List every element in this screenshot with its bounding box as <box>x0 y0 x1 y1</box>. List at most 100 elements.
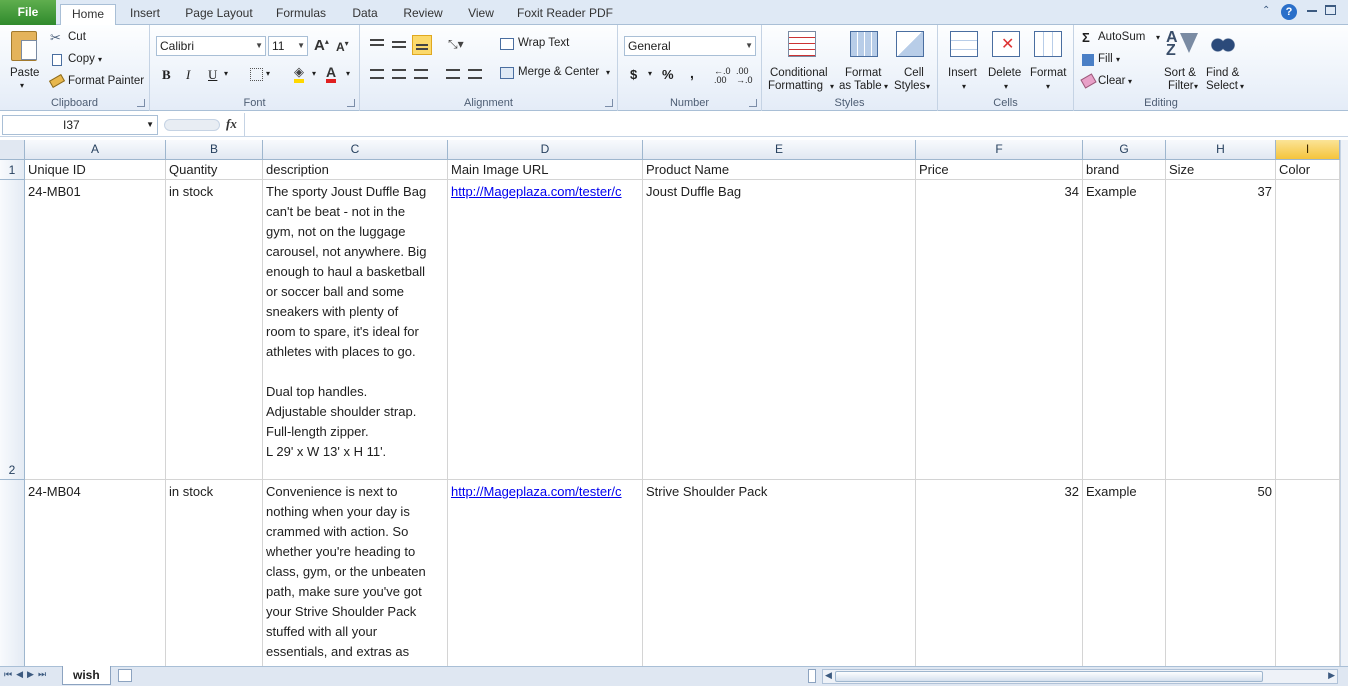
horizontal-scroll-thumb[interactable] <box>835 671 1263 682</box>
increase-decimal-icon[interactable]: ←.0.00 <box>714 67 731 85</box>
font-name-select[interactable]: Calibri ▼ <box>156 36 266 56</box>
minimize-ribbon-icon[interactable]: ⌃ <box>1262 5 1270 16</box>
insert-function-button[interactable]: fx <box>226 116 237 132</box>
cell-f3[interactable]: 32 <box>916 480 1083 666</box>
column-header-b[interactable]: B <box>166 140 263 160</box>
delete-cells-button[interactable]: ✕ Delete ▾ <box>986 29 1026 95</box>
borders-icon[interactable] <box>250 68 263 81</box>
font-color-button[interactable]: A <box>326 65 337 83</box>
sheet-nav-arrows-icon[interactable]: ⏮◀▶⏭ <box>4 669 50 680</box>
copy-button[interactable]: Copy ▾ <box>50 52 120 70</box>
fill-color-icon[interactable]: ◈ <box>294 65 304 83</box>
cell-h3[interactable]: 50 <box>1166 480 1276 666</box>
find-select-button[interactable]: Find & Select ▾ <box>1204 29 1246 95</box>
cell-g2[interactable]: Example <box>1083 180 1166 480</box>
align-center-icon[interactable] <box>392 69 406 79</box>
conditional-formatting-button[interactable]: Conditional Formatting ▾ <box>768 29 836 95</box>
cell-i1[interactable]: Color <box>1276 160 1340 180</box>
align-right-icon[interactable] <box>414 69 428 79</box>
clipboard-dialog-launcher-icon[interactable] <box>137 99 145 107</box>
sort-filter-button[interactable]: AZ Sort & Filter ▾ <box>1162 29 1202 95</box>
underline-button[interactable]: U <box>208 67 217 83</box>
align-left-icon[interactable] <box>370 69 384 79</box>
comma-style-button[interactable]: , <box>690 65 694 81</box>
cell-b1[interactable]: Quantity <box>166 160 263 180</box>
paste-button[interactable]: Paste ▾ <box>6 29 42 91</box>
bold-button[interactable]: B <box>162 67 171 83</box>
align-middle-icon[interactable] <box>392 41 406 48</box>
cell-f2[interactable]: 34 <box>916 180 1083 480</box>
cell-e1[interactable]: Product Name <box>643 160 916 180</box>
alignment-dialog-launcher-icon[interactable] <box>605 99 613 107</box>
cell-h2[interactable]: 37 <box>1166 180 1276 480</box>
tab-insert[interactable]: Insert <box>122 4 168 25</box>
cell-g3[interactable]: Example <box>1083 480 1166 666</box>
format-as-table-button[interactable]: Format as Table ▾ <box>839 29 890 95</box>
cell-styles-button[interactable]: Cell Styles ▾ <box>892 29 934 95</box>
row-header-1[interactable]: 1 <box>0 160 25 180</box>
cell-g1[interactable]: brand <box>1083 160 1166 180</box>
column-header-f[interactable]: F <box>916 140 1083 160</box>
sheet-tab-wish[interactable]: wish <box>62 666 111 685</box>
cell-c3[interactable]: Convenience is next to nothing when your… <box>263 480 448 666</box>
cell-i2[interactable] <box>1276 180 1340 480</box>
column-header-c[interactable]: C <box>263 140 448 160</box>
row-header-2[interactable]: 2 <box>0 180 25 480</box>
currency-dropdown-icon[interactable]: ▾ <box>648 69 652 78</box>
merge-dropdown-icon[interactable]: ▾ <box>606 68 610 77</box>
tab-review[interactable]: Review <box>398 4 448 25</box>
grow-font-icon[interactable]: A▴ <box>314 37 329 54</box>
fill-color-dropdown-icon[interactable]: ▾ <box>312 69 316 78</box>
file-tab[interactable]: File <box>0 0 56 25</box>
tab-home[interactable]: Home <box>60 4 116 26</box>
minimize-window-icon[interactable] <box>1307 10 1317 12</box>
vertical-scrollbar[interactable] <box>1340 140 1348 666</box>
select-all-button[interactable] <box>0 140 25 160</box>
cell-b2[interactable]: in stock <box>166 180 263 480</box>
tab-page-layout[interactable]: Page Layout <box>180 4 258 25</box>
column-header-a[interactable]: A <box>25 140 166 160</box>
decrease-indent-icon[interactable] <box>446 69 460 79</box>
cell-c2[interactable]: The sporty Joust Duffle Bag can't be bea… <box>263 180 448 480</box>
cell-e2[interactable]: Joust Duffle Bag <box>643 180 916 480</box>
currency-button[interactable]: $ <box>630 67 637 82</box>
cell-d1[interactable]: Main Image URL <box>448 160 643 180</box>
formula-bar-splitter[interactable] <box>164 119 220 131</box>
insert-cells-button[interactable]: Insert ▾ <box>944 29 984 95</box>
cell-d3-link[interactable]: http://Mageplaza.com/tester/c <box>448 480 643 666</box>
insert-sheet-icon[interactable] <box>118 669 132 682</box>
horizontal-scrollbar[interactable]: ◀ ▶ <box>822 669 1338 684</box>
format-cells-button[interactable]: Format ▾ <box>1028 29 1070 95</box>
tab-foxit-reader-pdf[interactable]: Foxit Reader PDF <box>512 4 618 25</box>
underline-dropdown-icon[interactable]: ▾ <box>224 69 228 78</box>
cell-h1[interactable]: Size <box>1166 160 1276 180</box>
align-top-icon[interactable] <box>370 39 384 46</box>
align-bottom-icon[interactable] <box>412 35 432 55</box>
scroll-right-icon[interactable]: ▶ <box>1328 670 1335 681</box>
row-header-3[interactable] <box>0 480 25 666</box>
tab-split-handle[interactable] <box>808 669 816 683</box>
cell-f1[interactable]: Price <box>916 160 1083 180</box>
help-icon[interactable]: ? <box>1281 4 1297 20</box>
column-header-h[interactable]: H <box>1166 140 1276 160</box>
restore-window-icon[interactable] <box>1325 5 1336 15</box>
scroll-left-icon[interactable]: ◀ <box>825 670 832 681</box>
paste-dropdown-icon[interactable]: ▾ <box>20 81 24 90</box>
formula-input[interactable] <box>244 113 1348 136</box>
cell-d2-link[interactable]: http://Mageplaza.com/tester/c <box>448 180 643 480</box>
font-size-select[interactable]: 11 ▼ <box>268 36 308 56</box>
cell-b3[interactable]: in stock <box>166 480 263 666</box>
name-box-dropdown-icon[interactable]: ▼ <box>146 116 154 134</box>
cell-c1[interactable]: description <box>263 160 448 180</box>
number-format-select[interactable]: General ▼ <box>624 36 756 56</box>
decrease-decimal-icon[interactable]: .00 →.0 <box>736 67 753 85</box>
cell-e3[interactable]: Strive Shoulder Pack <box>643 480 916 666</box>
cell-a2[interactable]: 24-MB01 <box>25 180 166 480</box>
cell-a1[interactable]: Unique ID <box>25 160 166 180</box>
worksheet-grid[interactable]: A B C D E F G H I 1 2 Unique ID Quantity… <box>0 140 1348 666</box>
column-header-e[interactable]: E <box>643 140 916 160</box>
increase-indent-icon[interactable] <box>468 69 482 79</box>
font-dialog-launcher-icon[interactable] <box>347 99 355 107</box>
borders-dropdown-icon[interactable]: ▾ <box>266 69 270 78</box>
column-header-d[interactable]: D <box>448 140 643 160</box>
